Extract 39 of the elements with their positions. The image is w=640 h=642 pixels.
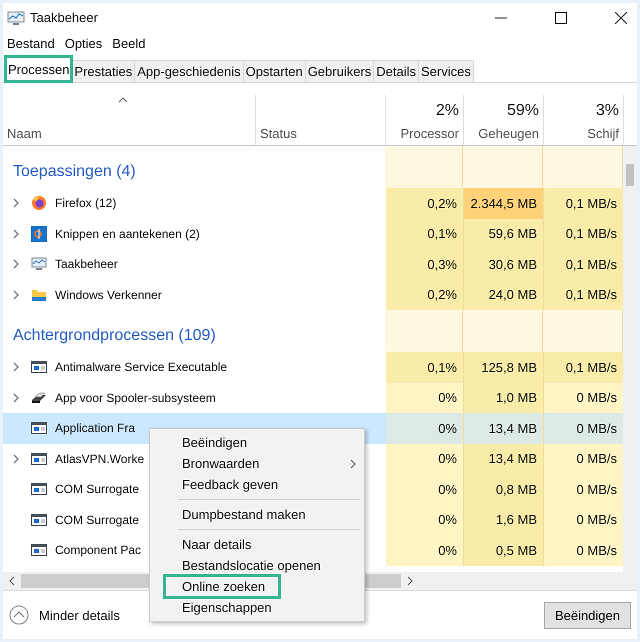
group-heading: Achtergrondprocessen (109) — [13, 327, 216, 345]
table-cell: 0 MB/s — [544, 413, 623, 444]
table-cell: 0,2% — [386, 188, 464, 218]
table-cell: 0,5 MB — [464, 535, 544, 566]
table-cell: 0 MB/s — [544, 444, 623, 474]
window-title: Taakbeheer — [30, 10, 98, 25]
column-usage: 59% — [506, 102, 539, 120]
column-usage: 2% — [436, 102, 459, 120]
table-cell: 0% — [386, 444, 464, 474]
table-cell: 1,0 MB — [464, 382, 544, 413]
table-cell: 125,8 MB — [464, 352, 544, 382]
table-cell: 0,2% — [386, 280, 464, 310]
table-cell: 13,4 MB — [464, 413, 544, 444]
table-cell: 0,1 MB/s — [544, 218, 623, 249]
table-cell: 2.344,5 MB — [464, 188, 544, 218]
table-cell: 1,6 MB — [464, 504, 544, 535]
table-cell: 0,1% — [386, 352, 464, 382]
table-cell: 0% — [386, 413, 464, 444]
table-cell: 0 MB/s — [544, 535, 623, 566]
table-cell: 30,6 MB — [464, 249, 544, 280]
table-cell: 0% — [386, 474, 464, 504]
table-cell: 0,1% — [386, 218, 464, 249]
table-cell: 0,1 MB/s — [544, 188, 623, 218]
table-cell: 0% — [386, 382, 464, 413]
table-cell: 13,4 MB — [464, 444, 544, 474]
table-cell: 0 MB/s — [544, 504, 623, 535]
table-cell: 59,6 MB — [464, 218, 544, 249]
table-cell: 0,1 MB/s — [544, 352, 623, 382]
table-cell: 0% — [386, 504, 464, 535]
table-cell: 0,3% — [386, 249, 464, 280]
table-cell: 0,1 MB/s — [544, 249, 623, 280]
table-cell: 24,0 MB — [464, 280, 544, 310]
table-cell: 0,8 MB — [464, 474, 544, 504]
column-usage: 3% — [596, 102, 619, 120]
table-cell: 0 MB/s — [544, 382, 623, 413]
table-cell: 0% — [386, 535, 464, 566]
group-heading: Toepassingen (4) — [13, 163, 136, 181]
table-cell: 0 MB/s — [544, 474, 623, 504]
table-cell: 0,1 MB/s — [544, 280, 623, 310]
